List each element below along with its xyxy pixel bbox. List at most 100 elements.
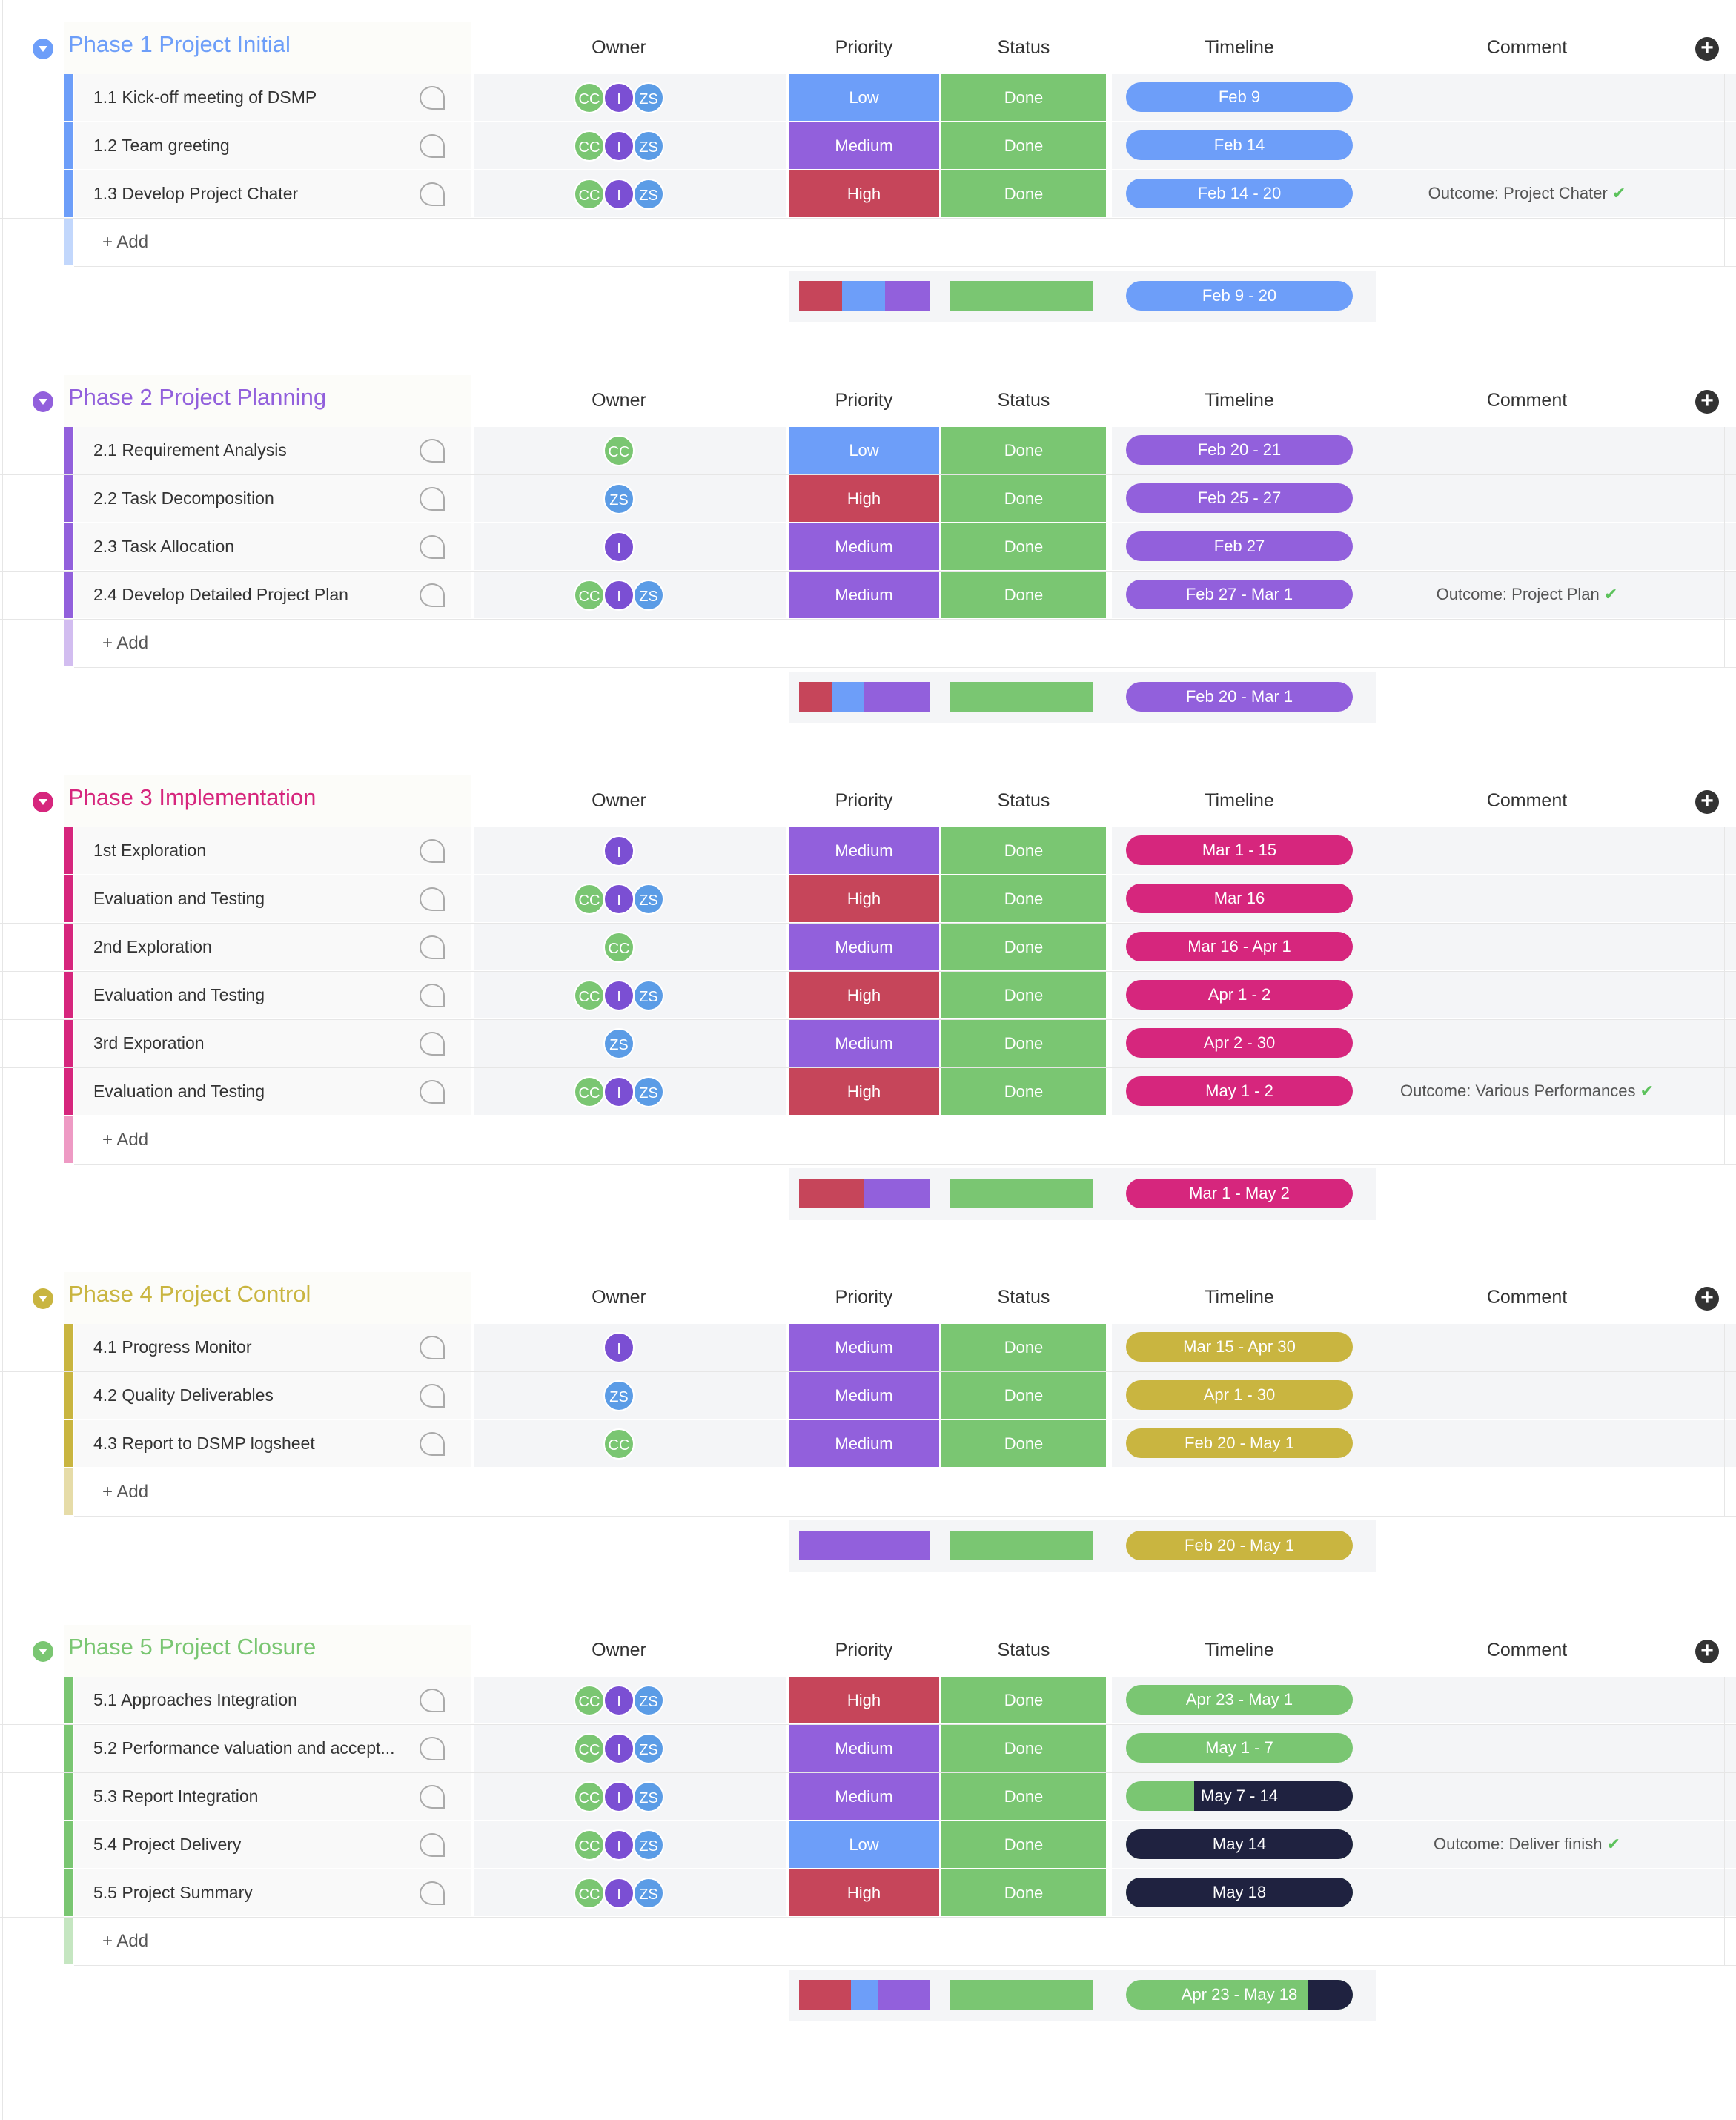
avatar[interactable]: ZS (633, 1733, 664, 1764)
priority-cell[interactable]: Low (789, 1821, 939, 1868)
item-name[interactable]: Evaluation and Testing (93, 1081, 265, 1102)
avatar[interactable]: CC (603, 932, 635, 963)
timeline-pill[interactable]: May 18 (1126, 1878, 1353, 1907)
column-header-timeline[interactable]: Timeline (1126, 390, 1353, 411)
item-name[interactable]: 2.2 Task Decomposition (93, 488, 274, 509)
add-item-row[interactable]: + Add (0, 620, 1736, 668)
priority-cell[interactable]: Medium (789, 1020, 939, 1067)
group-title[interactable]: Phase 1 Project Initial (68, 31, 291, 58)
conversation-icon[interactable] (420, 887, 445, 911)
conversation-icon[interactable] (420, 1032, 445, 1056)
avatar[interactable]: ZS (633, 82, 664, 113)
summary-priority-distribution[interactable] (799, 1179, 930, 1208)
conversation-icon[interactable] (420, 839, 445, 863)
column-header-owner[interactable]: Owner (549, 790, 689, 812)
avatar[interactable]: CC (574, 1685, 605, 1716)
collapse-toggle-icon[interactable] (33, 1641, 53, 1662)
timeline-pill[interactable]: Feb 14 - 20 (1126, 179, 1353, 208)
item-name[interactable]: 2nd Exploration (93, 937, 212, 957)
owner-avatars[interactable]: CC I ZS (574, 1878, 664, 1909)
column-header-owner[interactable]: Owner (549, 1287, 689, 1308)
status-cell[interactable]: Done (941, 1324, 1106, 1371)
summary-timeline-pill[interactable]: Feb 20 - Mar 1 (1126, 682, 1353, 712)
status-cell[interactable]: Done (941, 1869, 1106, 1916)
group-title[interactable]: Phase 2 Project Planning (68, 384, 326, 411)
item-name[interactable]: Evaluation and Testing (93, 985, 265, 1005)
priority-cell[interactable]: Medium (789, 1324, 939, 1371)
column-header-priority[interactable]: Priority (789, 1287, 939, 1308)
status-cell[interactable]: Done (941, 475, 1106, 522)
comment-text[interactable]: Outcome: Various Performances ✔ (1394, 1081, 1660, 1101)
avatar[interactable]: CC (574, 179, 605, 210)
owner-avatars[interactable]: CC I ZS (574, 1076, 664, 1107)
priority-cell[interactable]: High (789, 475, 939, 522)
item-name[interactable]: 5.1 Approaches Integration (93, 1690, 297, 1710)
summary-status-distribution[interactable] (950, 1980, 1093, 2010)
timeline-pill[interactable]: Mar 16 (1126, 884, 1353, 913)
avatar[interactable]: I (603, 580, 635, 611)
status-cell[interactable]: Done (941, 1821, 1106, 1868)
add-item-row[interactable]: + Add (0, 219, 1736, 267)
column-header-comment[interactable]: Comment (1394, 390, 1660, 411)
avatar[interactable]: I (603, 130, 635, 162)
timeline-pill[interactable]: Feb 27 (1126, 531, 1353, 561)
avatar[interactable]: ZS (633, 1781, 664, 1812)
avatar[interactable]: CC (574, 1878, 605, 1909)
column-header-status[interactable]: Status (941, 1640, 1106, 1661)
add-item-row[interactable]: + Add (0, 1468, 1736, 1517)
owner-avatars[interactable]: CC I ZS (574, 1733, 664, 1764)
avatar[interactable]: I (603, 1829, 635, 1861)
avatar[interactable]: ZS (633, 580, 664, 611)
add-item-button[interactable]: + Add (102, 1130, 148, 1150)
owner-avatars[interactable]: CC I ZS (574, 1781, 664, 1812)
group-title[interactable]: Phase 4 Project Control (68, 1281, 311, 1308)
avatar[interactable]: ZS (633, 1076, 664, 1107)
conversation-icon[interactable] (420, 1432, 445, 1456)
item-name[interactable]: 2.4 Develop Detailed Project Plan (93, 585, 348, 605)
comment-text[interactable]: Outcome: Deliver finish ✔ (1394, 1835, 1660, 1854)
add-column-icon[interactable]: + (1695, 790, 1719, 814)
owner-avatars[interactable]: CC (603, 932, 635, 963)
avatar[interactable]: I (603, 835, 635, 867)
column-header-comment[interactable]: Comment (1394, 790, 1660, 812)
conversation-icon[interactable] (420, 86, 445, 110)
status-cell[interactable]: Done (941, 1372, 1106, 1419)
avatar[interactable]: ZS (603, 1028, 635, 1059)
item-name[interactable]: 4.1 Progress Monitor (93, 1337, 251, 1357)
owner-avatars[interactable]: I (603, 835, 635, 867)
avatar[interactable]: I (603, 884, 635, 915)
status-cell[interactable]: Done (941, 1420, 1106, 1467)
priority-cell[interactable]: Medium (789, 523, 939, 570)
avatar[interactable]: CC (603, 435, 635, 466)
item-name[interactable]: 2.3 Task Allocation (93, 537, 234, 557)
timeline-pill[interactable]: Apr 2 - 30 (1126, 1028, 1353, 1058)
status-cell[interactable]: Done (941, 572, 1106, 618)
status-cell[interactable]: Done (941, 122, 1106, 169)
owner-avatars[interactable]: CC I ZS (574, 1829, 664, 1861)
conversation-icon[interactable] (420, 535, 445, 559)
conversation-icon[interactable] (420, 1336, 445, 1359)
column-header-timeline[interactable]: Timeline (1126, 1287, 1353, 1308)
avatar[interactable]: I (603, 1781, 635, 1812)
avatar[interactable]: CC (574, 1076, 605, 1107)
timeline-pill[interactable]: May 14 (1126, 1829, 1353, 1859)
summary-timeline-pill[interactable]: Feb 9 - 20 (1126, 281, 1353, 311)
timeline-pill[interactable]: Mar 1 - 15 (1126, 835, 1353, 865)
item-name[interactable]: 2.1 Requirement Analysis (93, 440, 287, 460)
add-column-icon[interactable]: + (1695, 390, 1719, 414)
summary-status-distribution[interactable] (950, 1179, 1093, 1208)
timeline-pill[interactable]: Feb 9 (1126, 82, 1353, 112)
conversation-icon[interactable] (420, 439, 445, 463)
timeline-pill[interactable]: Feb 20 - May 1 (1126, 1428, 1353, 1458)
conversation-icon[interactable] (420, 935, 445, 959)
owner-avatars[interactable]: ZS (603, 1028, 635, 1059)
summary-timeline-pill[interactable]: Apr 23 - May 18 (1126, 1980, 1353, 2010)
add-item-button[interactable]: + Add (102, 633, 148, 654)
timeline-pill[interactable]: May 1 - 7 (1126, 1733, 1353, 1763)
item-name[interactable]: Evaluation and Testing (93, 889, 265, 909)
priority-cell[interactable]: Low (789, 427, 939, 474)
timeline-pill[interactable]: May 1 - 2 (1126, 1076, 1353, 1106)
timeline-pill[interactable]: Feb 14 (1126, 130, 1353, 160)
avatar[interactable]: I (603, 1733, 635, 1764)
summary-status-distribution[interactable] (950, 1531, 1093, 1560)
